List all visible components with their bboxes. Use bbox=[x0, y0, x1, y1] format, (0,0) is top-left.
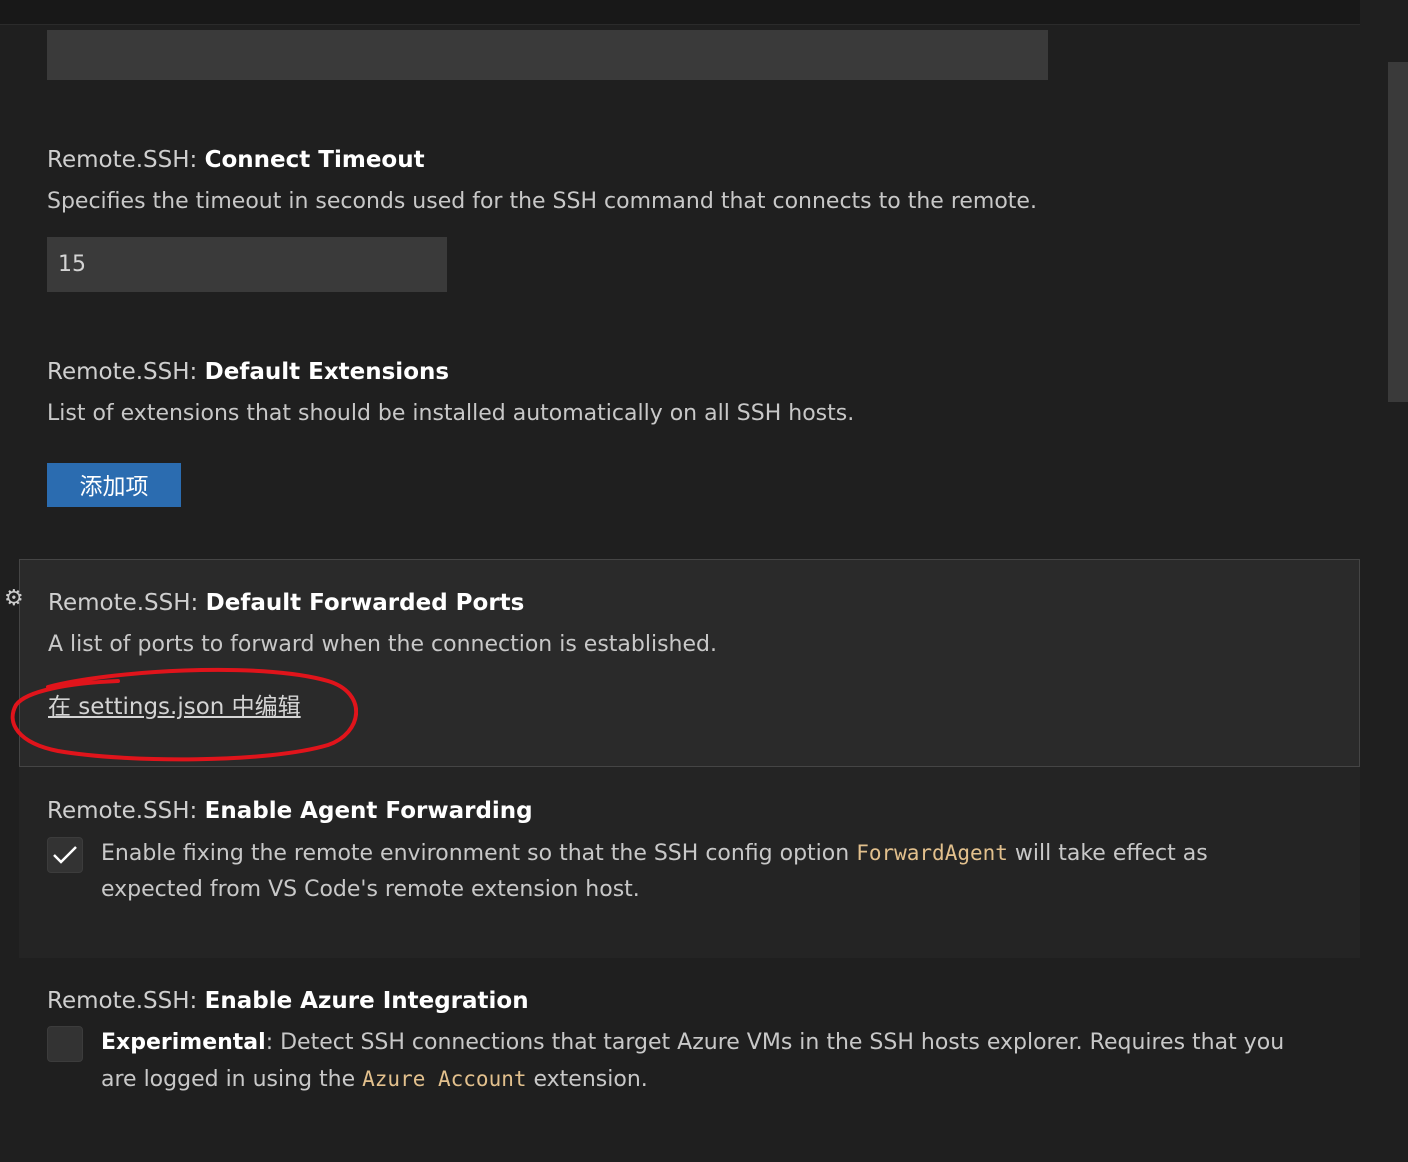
checkmark-icon bbox=[53, 846, 77, 864]
setting-description: A list of ports to forward when the conn… bbox=[48, 632, 717, 657]
setting-title: Remote.SSH: Enable Agent Forwarding bbox=[47, 796, 533, 826]
setting-description: List of extensions that should be instal… bbox=[47, 401, 855, 426]
setting-title: Remote.SSH: Connect Timeout bbox=[47, 145, 425, 175]
azure-integration-checkbox[interactable] bbox=[47, 1026, 83, 1062]
setting-name: Default Forwarded Ports bbox=[205, 590, 525, 616]
desc-text: : Detect SSH connections that target Azu… bbox=[101, 1030, 1285, 1092]
code-forward-agent: ForwardAgent bbox=[856, 841, 1008, 865]
setting-category: Remote.SSH: bbox=[47, 988, 198, 1014]
setting-category: Remote.SSH: bbox=[48, 590, 199, 616]
add-item-button[interactable]: 添加项 bbox=[47, 463, 181, 507]
setting-connect-timeout: Remote.SSH: Connect Timeout Specifies th… bbox=[19, 130, 1360, 330]
desc-text: extension. bbox=[526, 1067, 648, 1092]
setting-title: Remote.SSH: Default Extensions bbox=[47, 357, 449, 387]
setting-name: Default Extensions bbox=[204, 359, 450, 385]
setting-enable-agent-forwarding: Remote.SSH: Enable Agent Forwarding Enab… bbox=[19, 767, 1360, 958]
setting-description: Enable fixing the remote environment so … bbox=[101, 835, 1316, 908]
edit-in-settings-json-link[interactable]: 在 settings.json 中编辑 bbox=[48, 692, 301, 722]
setting-title: Remote.SSH: Enable Azure Integration bbox=[47, 986, 529, 1016]
setting-category: Remote.SSH: bbox=[47, 359, 198, 385]
scrollbar-thumb[interactable] bbox=[1388, 62, 1408, 402]
setting-description: Experimental: Detect SSH connections tha… bbox=[101, 1025, 1316, 1098]
setting-category: Remote.SSH: bbox=[47, 798, 198, 824]
experimental-label: Experimental bbox=[101, 1030, 266, 1055]
setting-description: Specifies the timeout in seconds used fo… bbox=[47, 189, 1037, 214]
setting-title: Remote.SSH: Default Forwarded Ports bbox=[48, 588, 524, 618]
setting-name: Enable Azure Integration bbox=[204, 988, 529, 1014]
connect-timeout-input[interactable] bbox=[47, 237, 447, 292]
setting-category: Remote.SSH: bbox=[47, 147, 198, 173]
setting-enable-azure-integration: Remote.SSH: Enable Azure Integration Exp… bbox=[19, 958, 1360, 1162]
gear-icon[interactable]: ⚙ bbox=[4, 588, 24, 610]
setting-default-forwarded-ports: ⚙ Remote.SSH: Default Forwarded Ports A … bbox=[4, 559, 1360, 767]
setting-name: Enable Agent Forwarding bbox=[204, 798, 533, 824]
code-azure-account: Azure Account bbox=[362, 1067, 527, 1091]
agent-forwarding-checkbox[interactable] bbox=[47, 837, 83, 873]
desc-text: Enable fixing the remote environment so … bbox=[101, 841, 857, 866]
setting-name: Connect Timeout bbox=[204, 147, 425, 173]
scrollbar-track[interactable] bbox=[1386, 0, 1408, 1162]
previous-setting-input[interactable] bbox=[47, 30, 1048, 80]
setting-default-extensions: Remote.SSH: Default Extensions List of e… bbox=[19, 342, 1360, 542]
editor-top-bar bbox=[0, 0, 1360, 25]
